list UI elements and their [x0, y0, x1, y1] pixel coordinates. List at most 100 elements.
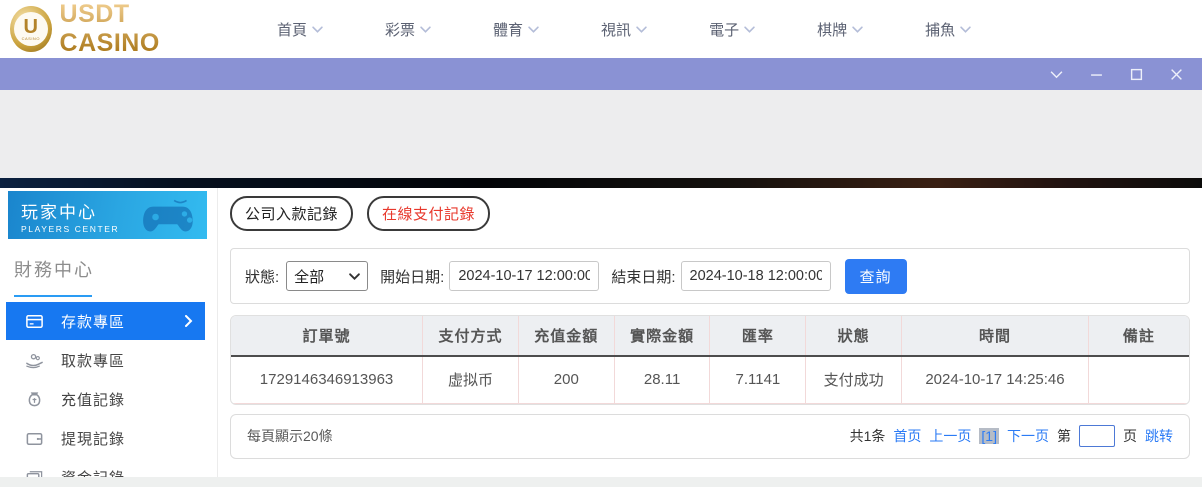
start-date-input[interactable] — [449, 261, 600, 291]
nav-item[interactable]: 捕魚 — [925, 19, 971, 40]
top-navbar: U CASINO USDT CASINO 首頁 彩票 體育 視訊 電子 棋牌 捕… — [0, 0, 1202, 58]
dark-banner-strip — [0, 178, 1202, 188]
sidebar-item-label: 充值記錄 — [61, 392, 126, 409]
page-jump-input[interactable] — [1079, 425, 1115, 447]
table-header-cell: 實際金額 — [614, 316, 711, 357]
table-header-cell: 支付方式 — [422, 316, 519, 357]
table-header-cell: 備註 — [1088, 316, 1189, 357]
fund-record-icon — [25, 468, 44, 477]
table-cell: 支付成功 — [805, 356, 903, 404]
sidebar-item-label: 提現記錄 — [61, 431, 126, 448]
withdraw-hand-icon — [25, 351, 44, 370]
pagination-bar: 每頁顯示20條 共1条 首页 上一页 [1] 下一页 第 页 跳转 — [230, 413, 1190, 459]
sidebar-menu: 存款專區 取款專區 充值記錄 提現記錄 — [0, 302, 217, 477]
nav-item[interactable]: 視訊 — [601, 19, 647, 40]
sidebar-item-withdraw-hand[interactable]: 取款專區 — [0, 341, 217, 380]
finance-underline — [14, 295, 92, 297]
sidebar: 玩家中心 PLAYERS CENTER 財務中心 存款專區 取款專區 充值記錄 … — [0, 188, 218, 477]
status-label: 狀態: — [245, 268, 280, 286]
nav-item[interactable]: 首頁 — [277, 19, 323, 40]
jump-suffix-label: 页 — [1123, 428, 1137, 444]
current-page-indicator: [1] — [979, 428, 999, 444]
sidebar-item-withdrawal-record[interactable]: 提現記錄 — [0, 419, 217, 458]
deposit-card-icon — [25, 312, 44, 331]
table-cell: 28.11 — [614, 356, 711, 404]
chevron-down-icon — [312, 25, 323, 33]
nav-item-label: 棋牌 — [817, 21, 848, 39]
sidebar-item-label: 資金記錄 — [61, 467, 125, 477]
nav-item-label: 體育 — [493, 21, 524, 39]
prev-page-link[interactable]: 上一页 — [929, 426, 971, 446]
chevron-down-icon — [852, 25, 863, 33]
blank-gray-area — [0, 90, 1202, 178]
first-page-link[interactable]: 首页 — [893, 426, 921, 446]
chevron-down-icon — [420, 25, 431, 33]
table-header-cell: 訂單號 — [231, 316, 424, 357]
record-tabs: 公司入款記錄 在線支付記錄 — [230, 196, 1190, 231]
nav-item[interactable]: 體育 — [493, 19, 539, 40]
status-select-value: 全部 — [294, 268, 325, 286]
jump-prefix-label: 第 — [1057, 428, 1071, 444]
logo-coin-icon: U CASINO — [10, 6, 52, 52]
chevron-down-icon — [636, 25, 647, 33]
brand-name: USDT CASINO — [60, 0, 220, 58]
brand-logo[interactable]: U CASINO USDT CASINO — [10, 0, 220, 58]
table-header-cell: 匯率 — [709, 316, 807, 357]
start-date-label: 開始日期: — [380, 268, 445, 286]
tab-company-deposit-records[interactable]: 公司入款記錄 — [230, 196, 354, 231]
chevron-right-icon — [185, 315, 193, 327]
sidebar-item-label: 取款專區 — [61, 353, 126, 370]
nav-item[interactable]: 棋牌 — [817, 19, 863, 40]
jump-button[interactable]: 跳转 — [1145, 426, 1173, 446]
table-header-row: 訂單號 支付方式 充值金額 實際金額 匯率 狀態 時間 備註 — [231, 316, 1189, 357]
chevron-down-icon — [349, 272, 361, 280]
finance-center-title: 財務中心 — [14, 260, 94, 280]
table-cell: 2024-10-17 14:25:46 — [901, 356, 1089, 404]
logo-small-text: CASINO — [21, 35, 40, 41]
records-table: 訂單號 支付方式 充值金額 實際金額 匯率 狀態 時間 備註 1729146346913963… — [231, 316, 1189, 404]
end-date-input[interactable] — [680, 261, 831, 291]
table-header-cell: 時間 — [901, 316, 1089, 357]
maximize-icon[interactable] — [1128, 66, 1144, 82]
chevron-down-icon — [528, 25, 539, 33]
filter-bar: 狀態: 全部 開始日期: 結束日期: 查詢 — [230, 248, 1190, 304]
total-count-text: 共1条 — [849, 428, 886, 444]
nav-item-label: 電子 — [709, 21, 740, 39]
content-panel: 公司入款記錄 在線支付記錄 狀態: 全部 開始日期: 結束日期: 查詢 — [230, 196, 1190, 459]
table-cell: 7.1141 — [709, 356, 807, 404]
next-page-link[interactable]: 下一页 — [1007, 426, 1049, 446]
window-titlebar — [0, 58, 1202, 90]
sidebar-item-fund-record[interactable]: 資金記錄 — [0, 458, 217, 477]
main-area: 玩家中心 PLAYERS CENTER 財務中心 存款專區 取款專區 充值記錄 … — [0, 188, 1202, 477]
bottom-gray-strip — [0, 477, 1202, 487]
query-button[interactable]: 查詢 — [844, 258, 907, 294]
finance-section: 財務中心 — [0, 239, 217, 297]
table-cell: 200 — [518, 356, 615, 404]
close-icon[interactable] — [1168, 66, 1184, 82]
chevron-down-icon[interactable] — [1048, 66, 1064, 82]
logo-letter: U — [23, 15, 38, 38]
sidebar-item-recharge-bag[interactable]: 充值記錄 — [0, 380, 217, 419]
table-header-cell: 狀態 — [805, 316, 903, 357]
nav-item-label: 捕魚 — [925, 21, 956, 39]
end-date-label: 結束日期: — [611, 268, 676, 286]
nav-menu: 首頁 彩票 體育 視訊 電子 棋牌 捕魚 — [277, 19, 971, 40]
nav-item-label: 首頁 — [277, 21, 308, 39]
table-cell: 1729146346913963 — [231, 356, 424, 404]
chevron-down-icon — [744, 25, 755, 33]
withdrawal-record-icon — [25, 429, 44, 448]
gamepad-icon — [143, 199, 193, 232]
minimize-icon[interactable] — [1088, 66, 1104, 82]
status-select[interactable]: 全部 — [286, 261, 369, 291]
tab-online-payment-records[interactable]: 在線支付記錄 — [367, 196, 491, 231]
table-row: 1729146346913963 虚拟币 200 28.11 7.1141 支付成功 202… — [231, 356, 1189, 404]
chevron-down-icon — [960, 25, 971, 33]
table-cell: 虚拟币 — [422, 356, 519, 404]
players-center-header: 玩家中心 PLAYERS CENTER — [8, 191, 207, 239]
sidebar-item-label: 存款專區 — [61, 313, 126, 331]
records-table-box: 訂單號 支付方式 充值金額 實際金額 匯率 狀態 時間 備註 1729146346913963… — [230, 315, 1190, 405]
sidebar-item-deposit-card[interactable]: 存款專區 — [6, 302, 205, 340]
page-size-text: 每頁顯示20條 — [247, 428, 333, 444]
nav-item[interactable]: 彩票 — [385, 19, 431, 40]
nav-item[interactable]: 電子 — [709, 19, 755, 40]
